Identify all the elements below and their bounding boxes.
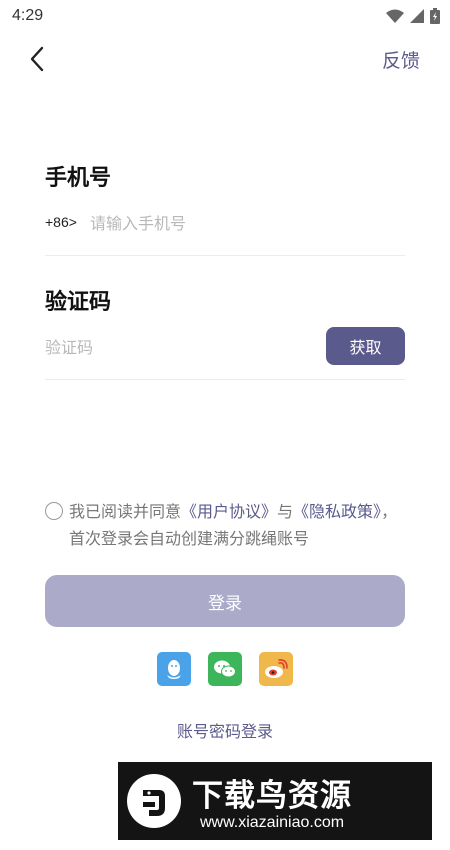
- status-bar: 4:29: [0, 0, 450, 34]
- bird-logo-icon: [127, 774, 181, 828]
- back-arrow-icon: [30, 46, 44, 72]
- weibo-icon: [265, 659, 288, 678]
- wechat-icon: [214, 660, 236, 678]
- top-bar: 反馈: [0, 36, 450, 80]
- phone-divider: [45, 255, 405, 256]
- agreement-connector: 与: [277, 502, 294, 521]
- signal-icon: [410, 9, 424, 23]
- login-button[interactable]: 登录: [45, 575, 405, 627]
- code-divider: [45, 379, 405, 380]
- status-icons: [386, 8, 440, 24]
- battery-icon: [430, 8, 440, 24]
- back-button[interactable]: [24, 44, 54, 74]
- qq-login-button[interactable]: [157, 652, 191, 686]
- country-code-selector[interactable]: +86>: [45, 214, 77, 230]
- phone-label: 手机号: [45, 166, 112, 191]
- code-label: 验证码: [45, 290, 112, 315]
- status-time: 4:29: [12, 7, 44, 24]
- user-agreement-link[interactable]: 《用户协议》: [181, 502, 277, 521]
- watermark-banner: 下载鸟资源 www.xiazainiao.com: [118, 762, 432, 840]
- password-login-link[interactable]: 账号密码登录: [0, 718, 450, 742]
- social-login-row: [157, 652, 293, 686]
- agreement-text-1: 我已阅读并同意: [69, 502, 182, 521]
- privacy-policy-link[interactable]: 《隐私政策》: [293, 502, 381, 521]
- watermark-title: 下载鸟资源: [192, 778, 352, 814]
- watermark-url: www.xiazainiao.com: [200, 814, 345, 831]
- feedback-link[interactable]: 反馈: [382, 46, 420, 73]
- wifi-icon: [386, 9, 404, 23]
- qq-icon: [167, 660, 181, 679]
- weibo-login-button[interactable]: [259, 652, 293, 686]
- phone-input[interactable]: [90, 208, 390, 238]
- get-code-button[interactable]: 获取: [326, 327, 405, 365]
- agreement-text: 我已阅读并同意《用户协议》与《隐私政策》，首次登录会自动创建满分跳绳账号: [69, 498, 405, 552]
- code-input[interactable]: [45, 332, 305, 362]
- agree-radio[interactable]: [45, 502, 63, 520]
- wechat-login-button[interactable]: [208, 652, 242, 686]
